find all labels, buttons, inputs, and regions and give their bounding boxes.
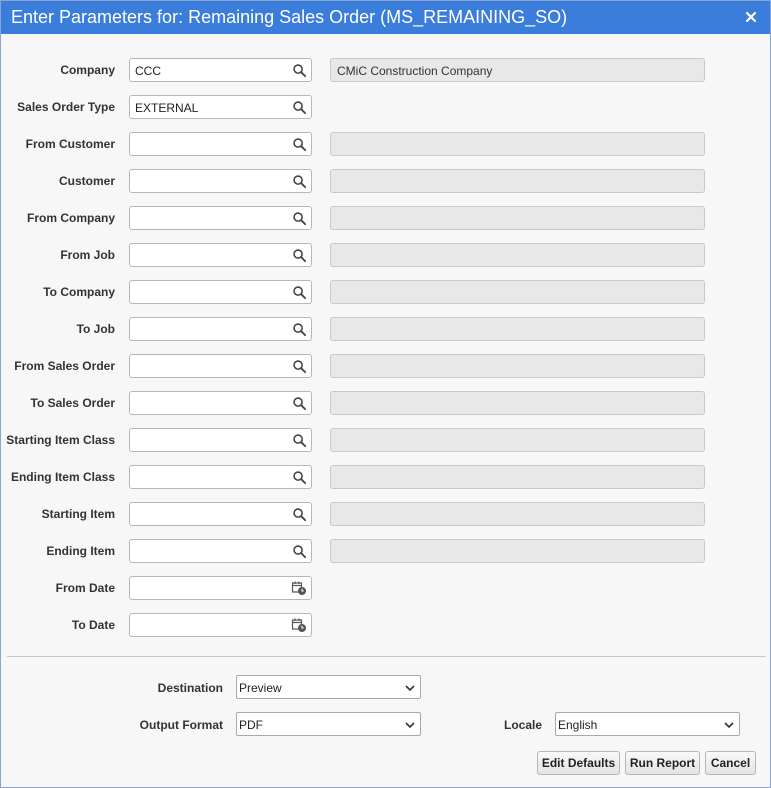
locale-select[interactable]: English: [555, 712, 740, 736]
search-icon[interactable]: [292, 174, 307, 189]
run-report-button[interactable]: Run Report: [625, 751, 700, 775]
search-icon[interactable]: [292, 63, 307, 78]
company-description-text: CMiC Construction Company: [337, 64, 493, 78]
to-sales-order-description: [330, 391, 705, 415]
output-format-value: PDF: [239, 718, 263, 732]
to-date-label: To Date: [71, 618, 115, 632]
dialog-titlebar: Enter Parameters for: Remaining Sales Or…: [1, 1, 770, 34]
close-icon[interactable]: [740, 6, 762, 28]
sales-order-type-label: Sales Order Type: [17, 100, 115, 114]
company-field[interactable]: CCC: [129, 58, 312, 82]
from-company-label: From Company: [26, 211, 115, 225]
from-company-field[interactable]: [129, 206, 312, 230]
company-description: CMiC Construction Company: [330, 58, 705, 82]
starting-item-description: [330, 502, 705, 526]
to-job-field[interactable]: [129, 317, 312, 341]
edit-defaults-button[interactable]: Edit Defaults: [537, 751, 620, 775]
starting-item-field[interactable]: [129, 502, 312, 526]
search-icon[interactable]: [292, 100, 307, 115]
search-icon[interactable]: [292, 507, 307, 522]
to-company-description: [330, 280, 705, 304]
dialog-title: Enter Parameters for: Remaining Sales Or…: [11, 7, 568, 27]
calendar-icon[interactable]: [291, 580, 307, 596]
search-icon[interactable]: [292, 470, 307, 485]
ending-item-class-field[interactable]: [129, 465, 312, 489]
calendar-icon[interactable]: [291, 617, 307, 633]
to-sales-order-field[interactable]: [129, 391, 312, 415]
destination-label: Destination: [157, 681, 223, 695]
from-sales-order-description: [330, 354, 705, 378]
search-icon[interactable]: [292, 359, 307, 374]
chevron-down-icon: [405, 685, 415, 692]
ending-item-field[interactable]: [129, 539, 312, 563]
starting-item-class-field[interactable]: [129, 428, 312, 452]
from-date-field[interactable]: [129, 576, 312, 600]
output-format-label: Output Format: [139, 718, 223, 732]
to-sales-order-label: To Sales Order: [30, 396, 115, 410]
chevron-down-icon: [405, 722, 415, 729]
divider: [7, 656, 766, 657]
to-job-label: To Job: [76, 322, 115, 336]
from-date-label: From Date: [55, 581, 115, 595]
search-icon[interactable]: [292, 285, 307, 300]
customer-description: [330, 169, 705, 193]
search-icon[interactable]: [292, 433, 307, 448]
sales-order-type-field[interactable]: EXTERNAL: [129, 95, 312, 119]
from-job-field[interactable]: [129, 243, 312, 267]
to-job-description: [330, 317, 705, 341]
parameters-dialog: Enter Parameters for: Remaining Sales Or…: [0, 0, 771, 788]
locale-value: English: [558, 718, 598, 732]
from-job-label: From Job: [60, 248, 115, 262]
sales-order-type-value: EXTERNAL: [135, 101, 199, 115]
ending-item-class-description: [330, 465, 705, 489]
search-icon[interactable]: [292, 137, 307, 152]
from-customer-field[interactable]: [129, 132, 312, 156]
search-icon[interactable]: [292, 396, 307, 411]
starting-item-label: Starting Item: [41, 507, 115, 521]
company-label: Company: [60, 63, 115, 77]
locale-label: Locale: [503, 718, 542, 732]
from-customer-description: [330, 132, 705, 156]
from-job-description: [330, 243, 705, 267]
to-company-field[interactable]: [129, 280, 312, 304]
destination-value: Preview: [239, 681, 282, 695]
from-sales-order-field[interactable]: [129, 354, 312, 378]
output-format-select[interactable]: PDF: [236, 712, 421, 736]
search-icon[interactable]: [292, 322, 307, 337]
customer-field[interactable]: [129, 169, 312, 193]
cancel-button[interactable]: Cancel: [705, 751, 756, 775]
from-company-description: [330, 206, 705, 230]
search-icon[interactable]: [292, 248, 307, 263]
customer-label: Customer: [58, 174, 115, 188]
company-value: CCC: [135, 64, 161, 78]
chevron-down-icon: [724, 722, 734, 729]
ending-item-description: [330, 539, 705, 563]
to-company-label: To Company: [43, 285, 115, 299]
starting-item-class-label: Starting Item Class: [6, 433, 115, 447]
ending-item-class-label: Ending Item Class: [10, 470, 115, 484]
to-date-field[interactable]: [129, 613, 312, 637]
search-icon[interactable]: [292, 544, 307, 559]
destination-select[interactable]: Preview: [236, 675, 421, 699]
from-sales-order-label: From Sales Order: [14, 359, 115, 373]
search-icon[interactable]: [292, 211, 307, 226]
starting-item-class-description: [330, 428, 705, 452]
from-customer-label: From Customer: [25, 137, 115, 151]
ending-item-label: Ending Item: [46, 544, 115, 558]
